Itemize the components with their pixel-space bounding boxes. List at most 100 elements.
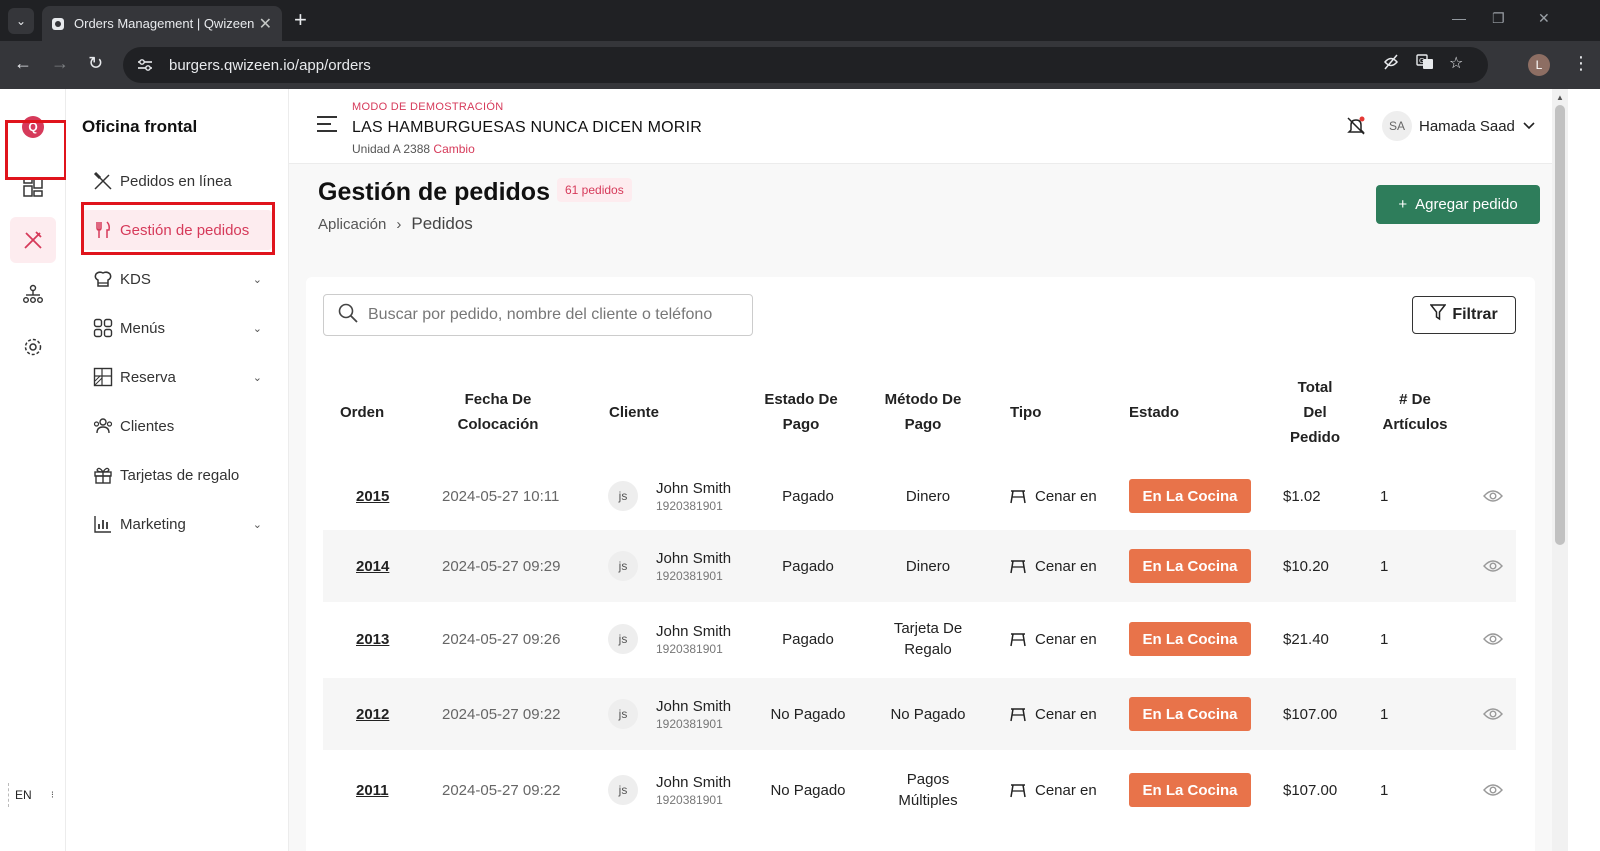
view-order-eye-icon[interactable] [1483, 530, 1503, 602]
order-date: 2024-05-27 09:29 [442, 557, 561, 575]
column-header-customer[interactable]: Cliente [609, 372, 709, 452]
search-input[interactable] [368, 306, 728, 324]
view-order-eye-icon[interactable] [1483, 460, 1503, 532]
page-title: Gestión de pedidos [318, 178, 550, 206]
address-bar[interactable]: burgers.qwizeen.io/app/orders [123, 47, 1488, 83]
order-number-link[interactable]: 2015 [356, 460, 389, 532]
back-icon[interactable]: ← [14, 53, 32, 74]
unit-info: Unidad A 2388 Cambio [352, 142, 475, 156]
column-header-order[interactable]: Orden [340, 372, 410, 452]
organization-icon[interactable] [18, 279, 48, 309]
front-office-icon[interactable] [10, 217, 56, 263]
browser-tab-bar: ⌄ Orders Management | Qwizeen ✕ + — ❐ ✕ [0, 0, 1600, 41]
site-settings-icon[interactable] [135, 55, 155, 75]
sidebar-item-kds[interactable]: KDS ⌄ [82, 259, 272, 299]
table-row[interactable]: 2014 2024-05-27 09:29 js John Smith 19203819… [323, 530, 1516, 602]
sidebar-item-menus[interactable]: Menús ⌄ [82, 308, 272, 348]
user-name[interactable]: Hamada Saad [1419, 118, 1515, 135]
order-number-link[interactable]: 2012 [356, 678, 389, 750]
customer-avatar: js [608, 699, 638, 729]
sidebar-item-customers[interactable]: Clientes [82, 406, 272, 446]
filter-button[interactable]: Filtrar [1412, 296, 1516, 334]
order-type: Cenar en [1009, 460, 1097, 532]
order-date: 2024-05-27 09:26 [442, 630, 561, 648]
search-box[interactable] [323, 294, 753, 336]
customer-avatar: js [608, 624, 638, 654]
user-menu-chevron-icon[interactable] [1523, 119, 1535, 133]
column-header-items[interactable]: # De Artículos [1374, 372, 1456, 452]
browser-tab[interactable]: Orders Management | Qwizeen ✕ [42, 6, 282, 41]
page-scrollbar[interactable]: ▲ [1552, 89, 1568, 851]
rail-highlight-box [5, 120, 67, 180]
order-date: 2024-05-27 09:22 [442, 781, 561, 799]
view-order-eye-icon[interactable] [1483, 603, 1503, 675]
hamburger-menu-icon[interactable] [317, 116, 337, 137]
customer-name: John Smith [656, 697, 732, 715]
order-number-link[interactable]: 2014 [356, 530, 389, 602]
language-switcher[interactable]: EN ⁝ [8, 783, 54, 807]
sidebar-item-label: Clientes [120, 417, 175, 435]
column-header-type[interactable]: Tipo [1010, 372, 1090, 452]
grid-icon [92, 317, 114, 339]
order-number-link[interactable]: 2013 [356, 603, 389, 675]
tab-search-button[interactable]: ⌄ [8, 8, 34, 34]
table-row[interactable]: 2013 2024-05-27 09:26 js John Smith 19203819… [323, 603, 1516, 675]
profile-avatar[interactable]: L [1528, 54, 1550, 76]
restore-icon[interactable]: ❐ [1492, 10, 1505, 27]
view-order-eye-icon[interactable] [1483, 754, 1503, 826]
column-header-status[interactable]: Estado [1129, 372, 1209, 452]
browser-menu-icon[interactable]: ⋮ [1572, 53, 1590, 74]
view-order-eye-icon[interactable] [1483, 678, 1503, 750]
payment-status: Pagado [782, 630, 834, 648]
order-total: $1.02 [1283, 487, 1321, 505]
breadcrumb-root[interactable]: Aplicación [318, 216, 386, 233]
sidebar-item-gift-cards[interactable]: Tarjetas de regalo [82, 455, 272, 495]
column-header-payment-method[interactable]: Método De Pago [883, 372, 963, 452]
table-row[interactable]: 2015 2024-05-27 10:11 js John Smith 19203819… [323, 460, 1516, 532]
minimize-icon[interactable]: — [1452, 10, 1466, 26]
item-count: 1 [1380, 630, 1389, 648]
translate-icon[interactable]: G [1416, 53, 1434, 76]
reload-icon[interactable]: ↻ [88, 53, 103, 74]
bookmark-star-icon[interactable]: ☆ [1449, 53, 1463, 73]
order-status-badge[interactable]: En La Cocina [1129, 697, 1251, 731]
order-status-badge[interactable]: En La Cocina [1129, 773, 1251, 807]
tracking-off-icon[interactable] [1382, 53, 1400, 76]
customer-avatar: js [608, 775, 638, 805]
scroll-up-icon[interactable]: ▲ [1556, 93, 1564, 102]
payment-method: Dinero [905, 557, 951, 575]
search-icon [338, 303, 358, 328]
sidebar-item-online-orders[interactable]: Pedidos en línea [82, 161, 272, 201]
new-tab-button[interactable]: + [294, 8, 307, 32]
table-row[interactable]: 2011 2024-05-27 09:22 js John Smith 19203819… [323, 754, 1516, 826]
site-favicon-icon [52, 17, 64, 30]
column-header-total[interactable]: Total Del Pedido [1284, 372, 1346, 452]
scrollbar-thumb[interactable] [1555, 105, 1565, 545]
forward-icon[interactable]: → [51, 53, 69, 74]
add-order-button[interactable]: + Agregar pedido [1376, 185, 1540, 224]
order-type: Cenar en [1009, 530, 1097, 602]
customer-name: John Smith [656, 479, 732, 497]
order-number-link[interactable]: 2011 [356, 754, 389, 826]
column-header-payment-status[interactable]: Estado De Pago [761, 372, 841, 452]
chevron-down-icon: ⌄ [252, 322, 262, 335]
customer-name: John Smith [656, 773, 732, 791]
sidebar-item-reservation[interactable]: Reserva ⌄ [82, 357, 272, 397]
customer-phone: 1920381901 [656, 498, 723, 513]
user-avatar[interactable]: SA [1382, 111, 1412, 141]
change-unit-link[interactable]: Cambio [433, 142, 474, 156]
customer-phone: 1920381901 [656, 641, 723, 656]
order-status-badge[interactable]: En La Cocina [1129, 479, 1251, 513]
order-status-badge[interactable]: En La Cocina [1129, 549, 1251, 583]
notifications-off-icon[interactable] [1345, 115, 1367, 142]
sidebar-item-marketing[interactable]: Marketing ⌄ [82, 504, 272, 544]
order-type-label: Cenar en [1035, 630, 1097, 648]
window-close-icon[interactable]: ✕ [1538, 10, 1550, 27]
column-header-date[interactable]: Fecha De Colocación [438, 372, 558, 452]
tab-close-icon[interactable]: ✕ [259, 14, 272, 34]
order-status-badge[interactable]: En La Cocina [1129, 622, 1251, 656]
table-row[interactable]: 2012 2024-05-27 09:22 js John Smith 19203819… [323, 678, 1516, 750]
settings-gear-icon[interactable] [18, 332, 48, 362]
demo-mode-label: MODO DE DEMOSTRACIÓN [352, 101, 504, 113]
breadcrumb-separator-icon: › [396, 215, 402, 233]
